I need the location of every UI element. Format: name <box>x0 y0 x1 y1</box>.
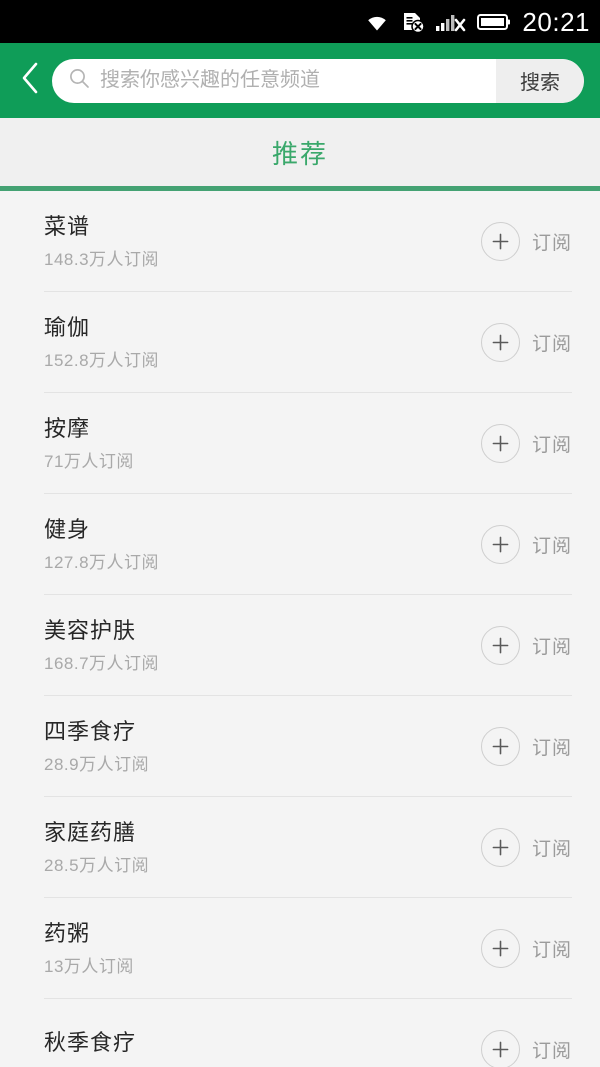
subscriber-count: 127.8万人订阅 <box>44 553 160 573</box>
subscribe-button[interactable]: 订阅 <box>480 323 572 362</box>
wifi-icon <box>364 12 390 32</box>
search-button[interactable]: 搜索 <box>496 58 584 103</box>
table-row[interactable]: 家庭药膳 28.5万人订阅 订阅 <box>0 797 600 898</box>
tab-recommended[interactable]: 推荐 <box>272 134 328 171</box>
subscribe-label: 订阅 <box>531 940 572 961</box>
plus-icon <box>480 323 520 362</box>
chevron-left-icon <box>19 61 41 100</box>
subscriber-count: 71万人订阅 <box>44 452 134 472</box>
channel-title: 瑜伽 <box>44 314 91 340</box>
status-bar-clock: 20:21 <box>522 6 590 37</box>
battery-icon <box>477 12 511 32</box>
subscriber-count: 13万人订阅 <box>44 957 134 977</box>
channel-info: 健身 127.8万人订阅 <box>44 516 481 573</box>
channel-title: 家庭药膳 <box>44 819 137 845</box>
subscribe-button[interactable]: 订阅 <box>480 828 572 867</box>
channel-info: 家庭药膳 28.5万人订阅 <box>44 819 481 876</box>
back-button[interactable] <box>8 59 52 103</box>
subscriber-count: 168.7万人订阅 <box>44 654 160 674</box>
subscribe-label: 订阅 <box>531 839 572 860</box>
plus-icon <box>480 626 520 665</box>
channel-list: 菜谱 148.3万人订阅 订阅 瑜伽 152.8万人订阅 订阅 按摩 71万人订阅 订阅 健身 12… <box>0 191 600 1067</box>
subscribe-label: 订阅 <box>531 637 572 658</box>
search-field[interactable] <box>52 58 496 103</box>
subscribe-label: 订阅 <box>531 233 572 254</box>
channel-info: 药粥 13万人订阅 <box>44 920 481 977</box>
subscribe-label: 订阅 <box>531 738 572 759</box>
subscribe-button[interactable]: 订阅 <box>480 424 572 463</box>
plus-icon <box>480 929 520 968</box>
status-bar: 20:21 <box>0 0 600 43</box>
table-row[interactable]: 秋季食疗 订阅 <box>0 999 600 1067</box>
channel-title: 菜谱 <box>44 213 91 239</box>
plus-icon <box>480 1030 520 1067</box>
subscriber-count: 148.3万人订阅 <box>44 250 160 270</box>
channel-title: 四季食疗 <box>44 718 137 744</box>
subscriber-count: 28.5万人订阅 <box>44 856 150 876</box>
no-sim-card-icon <box>401 11 426 33</box>
plus-icon <box>480 424 520 463</box>
channel-info: 四季食疗 28.9万人订阅 <box>44 718 481 775</box>
subscribe-button[interactable]: 订阅 <box>480 1030 572 1067</box>
tab-bar: 推荐 <box>0 118 600 186</box>
search-icon <box>68 67 90 94</box>
table-row[interactable]: 健身 127.8万人订阅 订阅 <box>0 494 600 595</box>
channel-title: 健身 <box>44 516 91 542</box>
channel-title: 秋季食疗 <box>44 1030 137 1056</box>
channel-info: 美容护肤 168.7万人订阅 <box>44 617 481 674</box>
subscribe-label: 订阅 <box>531 435 572 456</box>
plus-icon <box>480 525 520 564</box>
table-row[interactable]: 美容护肤 168.7万人订阅 订阅 <box>0 595 600 696</box>
channel-title: 药粥 <box>44 920 91 946</box>
channel-title: 美容护肤 <box>44 617 137 643</box>
search-header: 搜索 <box>0 43 600 118</box>
table-row[interactable]: 瑜伽 152.8万人订阅 订阅 <box>0 292 600 393</box>
subscribe-button[interactable]: 订阅 <box>480 626 572 665</box>
signal-bars-off-icon <box>436 12 466 32</box>
subscriber-count: 152.8万人订阅 <box>44 351 160 371</box>
subscribe-button[interactable]: 订阅 <box>480 525 572 564</box>
subscribe-label: 订阅 <box>531 536 572 557</box>
table-row[interactable]: 四季食疗 28.9万人订阅 订阅 <box>0 696 600 797</box>
table-row[interactable]: 按摩 71万人订阅 订阅 <box>0 393 600 494</box>
subscribe-button[interactable]: 订阅 <box>480 222 572 261</box>
channel-title: 按摩 <box>44 415 91 441</box>
table-row[interactable]: 药粥 13万人订阅 订阅 <box>0 898 600 999</box>
subscribe-button[interactable]: 订阅 <box>480 929 572 968</box>
search-input[interactable] <box>100 58 496 103</box>
table-row[interactable]: 菜谱 148.3万人订阅 订阅 <box>0 191 600 292</box>
channel-info: 秋季食疗 <box>44 1031 481 1067</box>
channel-info: 按摩 71万人订阅 <box>44 415 481 472</box>
subscriber-count: 28.9万人订阅 <box>44 755 150 775</box>
search-bar: 搜索 <box>52 58 584 103</box>
subscribe-label: 订阅 <box>531 334 572 355</box>
plus-icon <box>480 727 520 766</box>
channel-info: 瑜伽 152.8万人订阅 <box>44 314 481 371</box>
plus-icon <box>480 828 520 867</box>
subscribe-label: 订阅 <box>531 1041 572 1062</box>
plus-icon <box>480 222 520 261</box>
subscribe-button[interactable]: 订阅 <box>480 727 572 766</box>
channel-info: 菜谱 148.3万人订阅 <box>44 213 481 270</box>
